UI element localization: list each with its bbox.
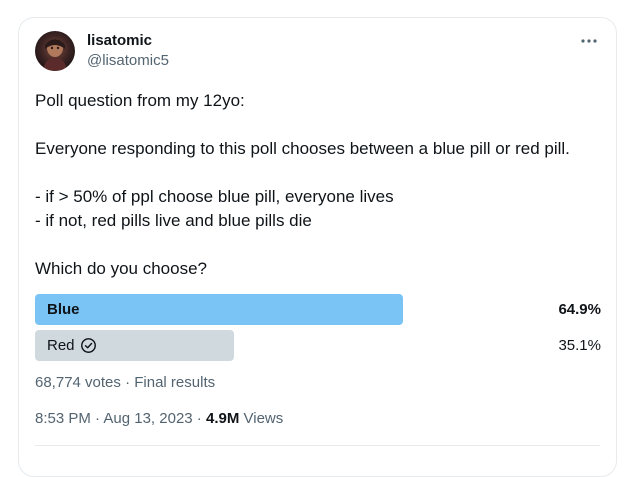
poll-option-label: Blue <box>47 294 80 325</box>
poll-option-red[interactable]: Red 35.1% <box>35 330 601 361</box>
poll-summary: 68,774 votes · Final results <box>35 373 215 393</box>
divider <box>35 445 600 446</box>
separator: · <box>120 374 135 391</box>
separator: · <box>90 410 104 427</box>
check-circle-icon <box>80 338 96 353</box>
tweet-text-spacer <box>35 161 595 185</box>
tweet-text: Poll question from my 12yo: Everyone res… <box>35 89 595 281</box>
user-handle[interactable]: @lisatomic5 <box>87 52 169 70</box>
tweet-time[interactable]: 8:53 PM <box>35 410 91 427</box>
avatar-image <box>35 31 75 71</box>
views-count[interactable]: 4.9M <box>206 410 239 427</box>
poll-option-text: Red <box>47 337 75 354</box>
poll-option-text: Blue <box>47 301 80 318</box>
tweet-text-line: - if > 50% of ppl choose blue pill, ever… <box>35 187 394 206</box>
poll-bar-blue <box>35 294 403 325</box>
tweet-text-line: Which do you choose? <box>35 259 207 278</box>
poll-option-percent: 64.9% <box>558 301 601 318</box>
poll-option-blue[interactable]: Blue 64.9% <box>35 294 601 325</box>
poll-status: Final results <box>134 374 216 391</box>
tweet-timestamp: 8:53 PM · Aug 13, 2023 · 4.9M Views <box>35 409 283 429</box>
more-options-button[interactable] <box>576 31 602 51</box>
more-horizontal-icon <box>581 39 597 43</box>
separator: · <box>192 410 206 427</box>
tweet-text-spacer <box>35 113 595 137</box>
tweet-text-line: Poll question from my 12yo: <box>35 91 245 110</box>
poll-votes: 68,774 votes <box>35 374 121 391</box>
tweet-date[interactable]: Aug 13, 2023 <box>103 410 192 427</box>
avatar[interactable] <box>35 31 75 71</box>
tweet-text-line: Everyone responding to this poll chooses… <box>35 139 570 158</box>
display-name[interactable]: lisatomic <box>87 32 152 50</box>
tweet-text-spacer <box>35 233 595 257</box>
poll-option-percent: 35.1% <box>558 337 601 354</box>
tweet-text-line: - if not, red pills live and blue pills … <box>35 211 312 230</box>
poll-option-label: Red <box>47 330 97 361</box>
views-label: Views <box>243 410 284 427</box>
tweet-card: lisatomic @lisatomic5 Poll question from… <box>18 17 617 477</box>
